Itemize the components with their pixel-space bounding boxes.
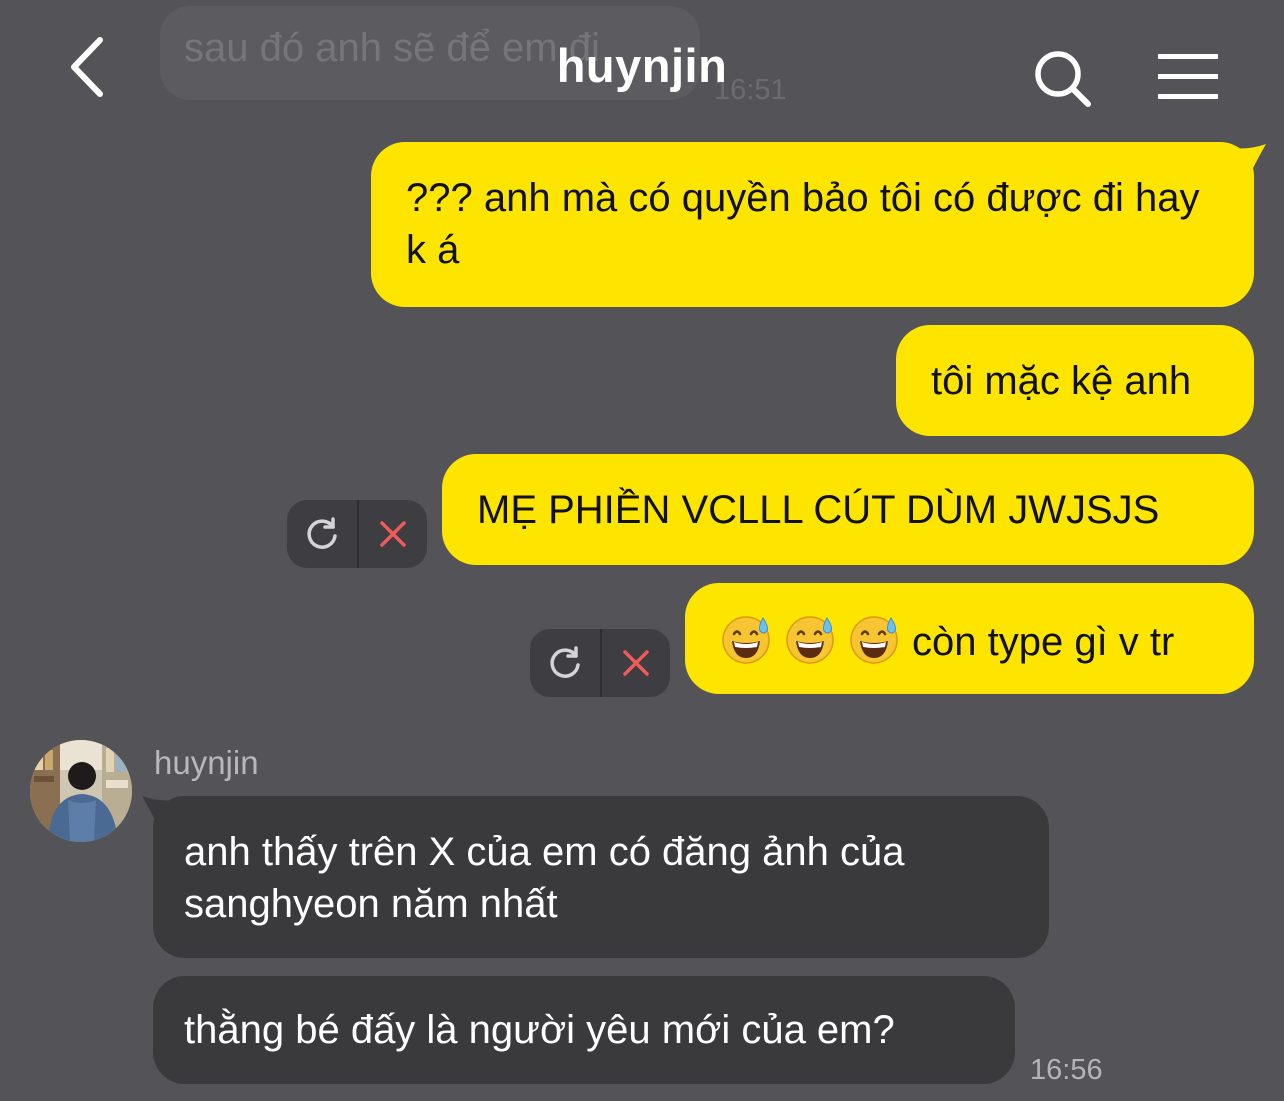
retry-button[interactable] — [287, 500, 357, 568]
outgoing-message-failed[interactable]: MẸ PHIỀN VCLLL CÚT DÙM JWJSJS — [442, 454, 1254, 565]
delete-button[interactable] — [601, 629, 670, 697]
avatar[interactable] — [30, 740, 132, 842]
sender-name: huynjin — [154, 744, 259, 781]
delete-x-icon — [379, 521, 406, 547]
menu-button[interactable] — [1152, 50, 1224, 106]
message-text: anh thấy trên X của em có đăng ảnh của s… — [184, 830, 905, 926]
search-icon — [1035, 51, 1091, 107]
message-text: thằng bé đấy là người yêu mới của em? — [184, 1008, 895, 1052]
failed-message-controls — [287, 500, 427, 568]
chat-title: huynjin — [556, 39, 728, 92]
delete-button[interactable] — [358, 500, 427, 568]
search-button[interactable] — [1030, 46, 1096, 112]
failed-message-controls — [530, 629, 670, 697]
incoming-message[interactable]: anh thấy trên X của em có đăng ảnh của s… — [153, 796, 1049, 958]
hamburger-menu-icon — [1158, 54, 1218, 99]
outgoing-message[interactable]: tôi mặc kệ anh — [896, 325, 1254, 436]
message-timestamp: 16:56 — [1030, 1054, 1103, 1086]
message-text: tôi mặc kệ anh — [931, 359, 1192, 403]
grinning-sweat-emoji — [786, 616, 834, 664]
grinning-sweat-emoji — [722, 616, 770, 664]
message-text: ??? anh mà có quyền bảo tôi có được đi h… — [406, 176, 1200, 272]
outgoing-message[interactable]: ??? anh mà có quyền bảo tôi có được đi h… — [371, 142, 1254, 307]
back-button[interactable] — [58, 34, 118, 100]
outgoing-message-failed[interactable]: còn type gì v tr — [685, 583, 1254, 694]
retry-icon — [307, 517, 337, 549]
chat-screen: sau đó anh sẽ để em đi 16:51 huynjin ???… — [0, 0, 1284, 1101]
delete-x-icon — [622, 650, 649, 676]
retry-button[interactable] — [530, 629, 600, 697]
grinning-sweat-emoji — [850, 616, 898, 664]
chevron-left-icon — [71, 37, 103, 97]
message-text: còn type gì v tr — [912, 620, 1175, 664]
message-text: MẸ PHIỀN VCLLL CÚT DÙM JWJSJS — [477, 488, 1160, 532]
retry-icon — [550, 646, 580, 678]
incoming-message[interactable]: thằng bé đấy là người yêu mới của em? — [153, 976, 1015, 1084]
avatar-photo — [30, 740, 132, 842]
